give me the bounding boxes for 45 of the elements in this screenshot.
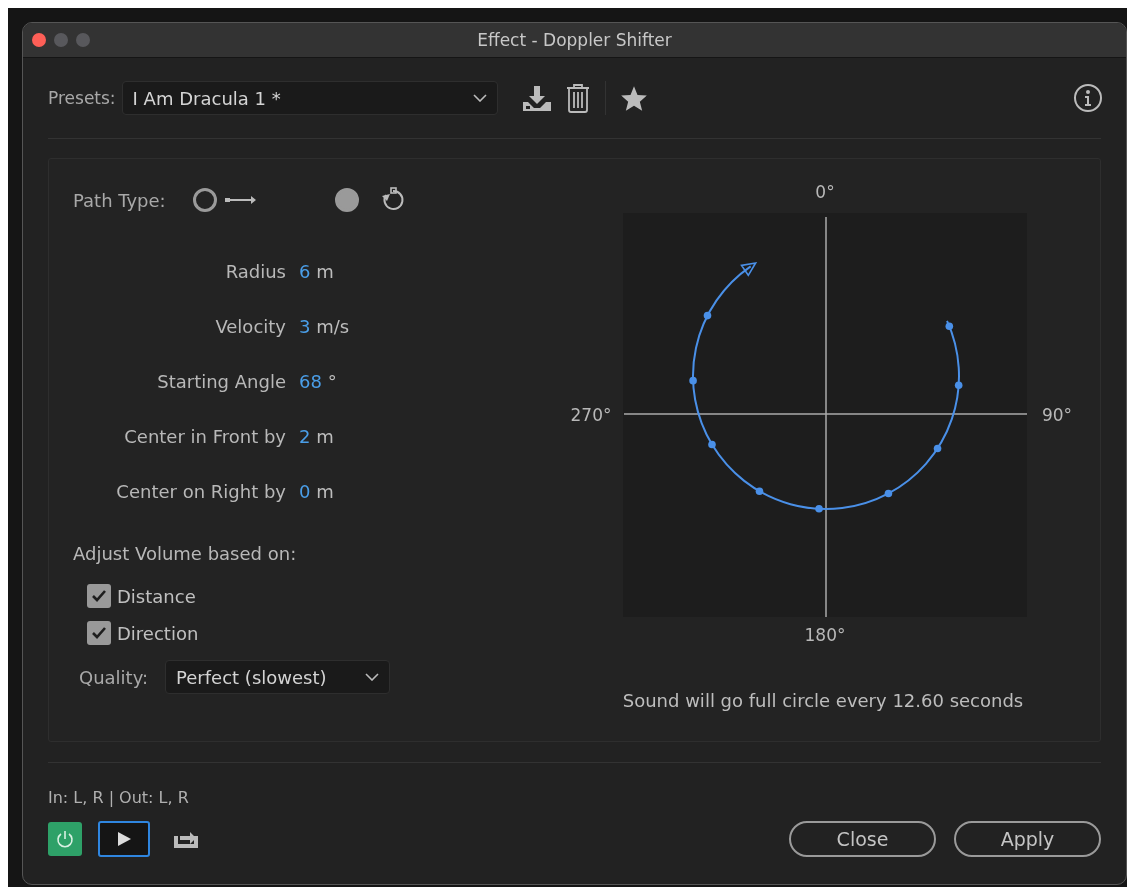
angle-label: 180° [804, 625, 846, 645]
dialog-button[interactable]: Apply [954, 821, 1101, 857]
star-icon[interactable] [619, 84, 648, 112]
checkmark-icon [91, 589, 107, 603]
presets-dropdown[interactable]: I Am Dracula 1 * [121, 81, 498, 115]
window-title: Effect - Doppler Shifter [477, 30, 672, 50]
play-button[interactable] [98, 821, 150, 857]
path-type-label: Path Type: [73, 189, 166, 211]
parameter-value[interactable]: 2 m [299, 426, 549, 448]
download-icon[interactable] [521, 84, 552, 112]
parameter-value[interactable]: 68 ° [299, 371, 549, 393]
checkbox[interactable] [87, 621, 111, 645]
parameter-label: Center in Front by [123, 426, 286, 448]
angle-label: 270° [570, 405, 612, 425]
channel-info: In: L, R | Out: L, R [48, 788, 190, 807]
dialog-button[interactable]: Close [789, 821, 936, 857]
parameter-label: Center on Right by [115, 481, 286, 503]
chevron-icon [365, 673, 380, 681]
power-button[interactable] [48, 822, 82, 856]
parameter-value[interactable]: 0 m [299, 481, 549, 503]
parameter-value[interactable]: 6 m [299, 261, 549, 283]
path-type-radio[interactable] [192, 188, 217, 212]
cycle-caption: Sound will go full circle every 12.60 seconds [622, 689, 1024, 711]
close-window-button[interactable] [32, 33, 46, 47]
checkmark-icon [91, 626, 107, 640]
quality-dropdown[interactable]: Perfect (slowest) [165, 660, 391, 694]
parameter-label: Starting Angle [156, 371, 286, 393]
power-icon [55, 829, 75, 849]
checkbox-label: Distance [117, 585, 196, 607]
info-icon[interactable] [1073, 83, 1103, 113]
checkbox[interactable] [87, 584, 111, 608]
quality-label: Quality: [79, 666, 149, 688]
presets-label: Presets: [48, 88, 116, 108]
angle-label: 90° [1041, 405, 1073, 425]
adjust-volume-label: Adjust Volume based on: [73, 543, 298, 564]
play-icon [116, 831, 132, 847]
trash-icon[interactable] [565, 83, 590, 113]
parameter-value[interactable]: 3 m/s [299, 316, 549, 338]
chevron-icon [472, 94, 487, 102]
path-type-radio[interactable] [334, 188, 359, 212]
checkbox-label: Direction [117, 622, 199, 644]
angle-label: 0° [815, 182, 835, 202]
arrow-line-icon [224, 195, 257, 205]
parameter-label: Velocity [214, 316, 286, 338]
parameter-label: Radius [224, 261, 286, 283]
